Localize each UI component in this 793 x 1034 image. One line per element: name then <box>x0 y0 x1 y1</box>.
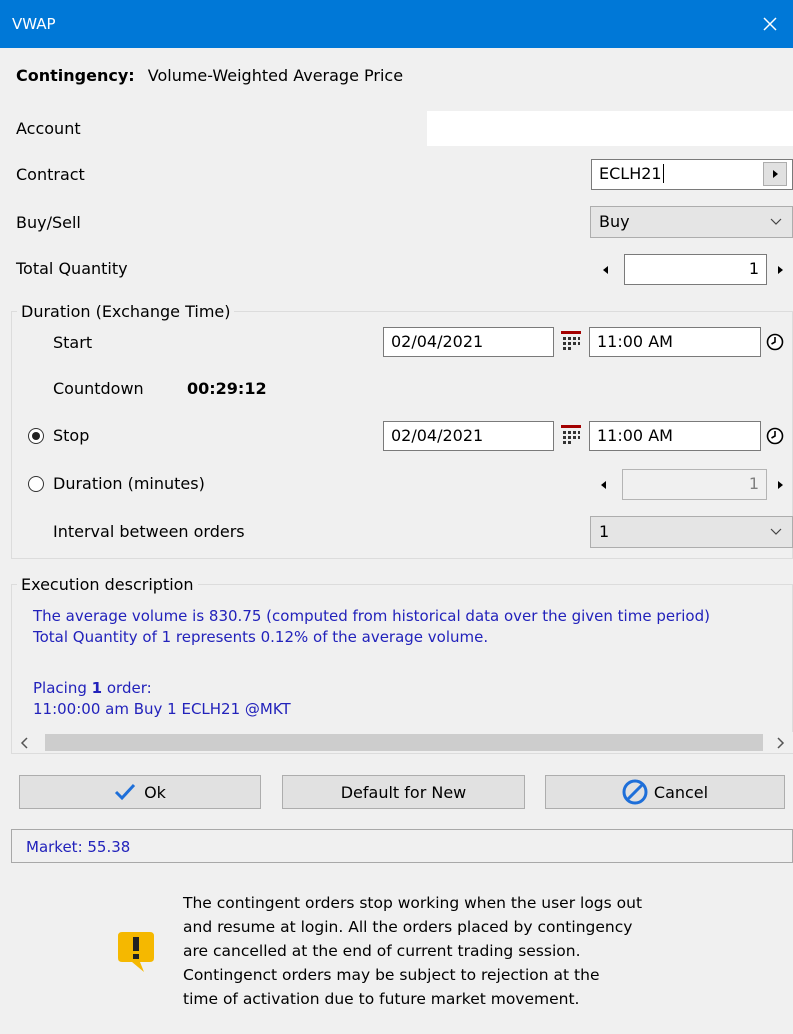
scroll-right-icon[interactable] <box>775 737 785 749</box>
ok-label: Ok <box>144 782 166 802</box>
warning-icon <box>118 932 154 972</box>
account-label: Account <box>16 119 81 138</box>
interval-label: Interval between orders <box>53 522 245 541</box>
total-quantity-label: Total Quantity <box>16 259 128 278</box>
countdown-value: 00:29:12 <box>187 379 267 398</box>
triangle-right-icon <box>772 170 778 178</box>
clock-icon[interactable] <box>766 427 784 445</box>
market-status: Market: 55.38 <box>26 838 131 856</box>
contingency-label: Contingency: <box>16 66 135 85</box>
checkmark-icon <box>115 783 136 801</box>
chevron-down-icon <box>770 528 782 535</box>
contingency-row: Contingency: Volume-Weighted Average Pri… <box>16 66 403 85</box>
window-title: VWAP <box>12 15 56 33</box>
cancel-label: Cancel <box>653 782 709 802</box>
status-bar: Market: 55.38 <box>11 829 793 863</box>
title-bar: VWAP <box>0 0 793 48</box>
stop-time-input[interactable]: 11:00 AM <box>589 421 761 451</box>
buy-sell-dropdown[interactable]: Buy <box>590 206 793 238</box>
start-label: Start <box>53 333 93 352</box>
execution-group-title: Execution description <box>17 575 198 594</box>
notice-line-4: Contingenct orders may be subject to rej… <box>183 966 600 984</box>
notice-line-1: The contingent orders stop working when … <box>183 894 643 912</box>
total-quantity-input[interactable]: 1 <box>624 254 767 285</box>
contingency-value: Volume-Weighted Average Price <box>147 66 404 85</box>
start-date-input[interactable]: 02/04/2021 <box>383 327 554 357</box>
interval-dropdown[interactable]: 1 <box>590 516 793 548</box>
placing-line: Placing 1 order: <box>33 678 793 699</box>
triangle-left-icon <box>601 481 606 489</box>
default-for-new-button[interactable]: Default for New <box>282 775 525 809</box>
calendar-icon[interactable] <box>560 424 582 446</box>
duration-group-title: Duration (Exchange Time) <box>17 302 235 321</box>
calendar-icon[interactable] <box>560 330 582 352</box>
quantity-decrement-button[interactable] <box>603 266 608 274</box>
default-for-new-label: Default for New <box>340 782 467 802</box>
execution-description: The average volume is 830.75 (computed f… <box>33 606 793 720</box>
duration-increment-button[interactable] <box>778 481 783 489</box>
account-input[interactable] <box>427 111 793 146</box>
cancel-button[interactable]: Cancel <box>545 775 785 809</box>
triangle-left-icon <box>603 266 608 274</box>
notice-line-5: time of activation due to future market … <box>183 990 580 1008</box>
notice-line-2: and resume at login. All the orders plac… <box>183 918 633 936</box>
quantity-increment-button[interactable] <box>778 266 783 274</box>
duration-minutes-label: Duration (minutes) <box>53 474 205 493</box>
countdown-label: Countdown <box>53 379 144 398</box>
close-icon <box>763 17 777 31</box>
contract-picker-button[interactable] <box>763 162 787 186</box>
close-button[interactable] <box>747 0 793 48</box>
cancel-icon <box>622 779 648 805</box>
triangle-right-icon <box>778 481 783 489</box>
chevron-down-icon <box>770 218 782 225</box>
placing-count: 1 <box>91 679 103 697</box>
execution-line-1: The average volume is 830.75 (computed f… <box>33 607 710 625</box>
duration-minutes-input[interactable]: 1 <box>622 469 767 500</box>
buy-sell-value: Buy <box>599 212 630 231</box>
contract-label: Contract <box>16 165 85 184</box>
placing-prefix: Placing <box>33 679 87 697</box>
execution-line-2: Total Quantity of 1 represents 0.12% of … <box>33 628 489 646</box>
buy-sell-label: Buy/Sell <box>16 213 81 232</box>
stop-label: Stop <box>53 426 90 445</box>
placing-suffix: order: <box>106 679 152 697</box>
interval-value: 1 <box>599 522 610 541</box>
notice-line-3: are cancelled at the end of current trad… <box>183 942 581 960</box>
ok-button[interactable]: Ok <box>19 775 261 809</box>
triangle-right-icon <box>778 266 783 274</box>
stop-radio[interactable] <box>28 428 44 444</box>
stop-date-input[interactable]: 02/04/2021 <box>383 421 554 451</box>
order-line: 11:00:00 am Buy 1 ECLH21 @MKT <box>33 700 291 718</box>
horizontal-scrollbar[interactable] <box>12 732 793 753</box>
radio-selected-dot <box>32 432 40 440</box>
notice-text: The contingent orders stop working when … <box>183 891 783 1011</box>
start-time-input[interactable]: 11:00 AM <box>589 327 761 357</box>
duration-minutes-radio[interactable] <box>28 476 44 492</box>
scroll-left-icon[interactable] <box>20 737 30 749</box>
scrollbar-thumb[interactable] <box>45 734 763 751</box>
duration-decrement-button[interactable] <box>601 481 606 489</box>
contract-value: ECLH21 <box>599 164 662 183</box>
clock-icon[interactable] <box>766 333 784 351</box>
